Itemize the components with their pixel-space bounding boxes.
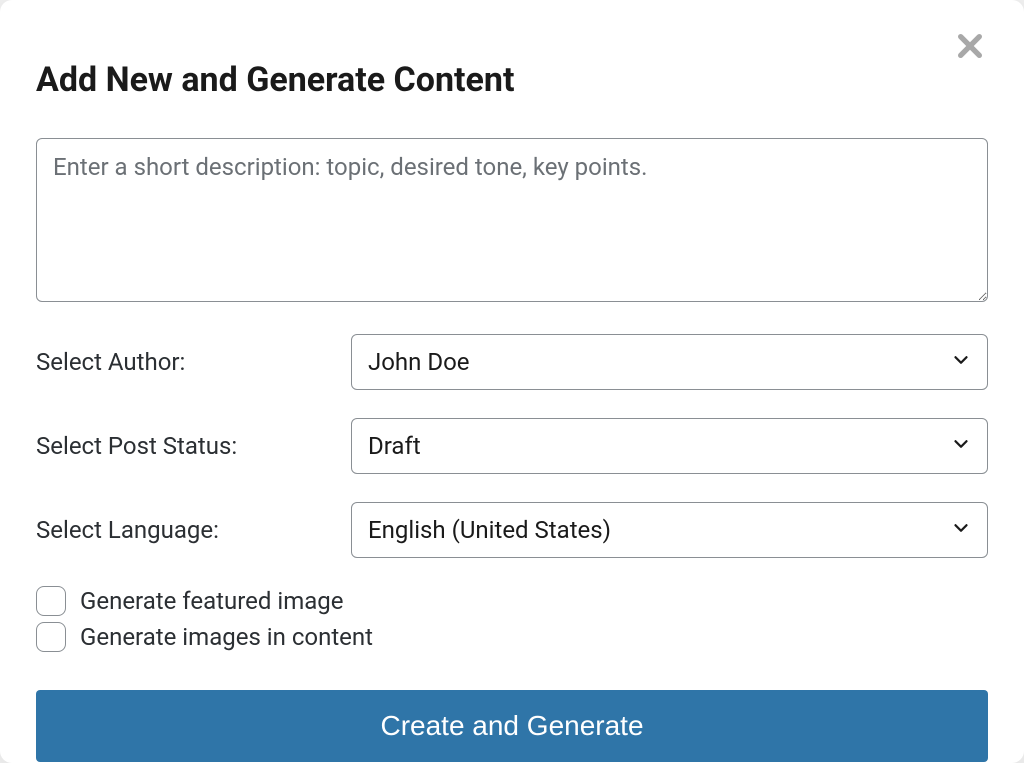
create-and-generate-button[interactable]: Create and Generate [36, 690, 988, 762]
images-in-content-checkbox-row[interactable]: Generate images in content [36, 622, 988, 652]
author-select[interactable]: John Doe [351, 334, 988, 390]
author-select-value: John Doe [368, 348, 470, 376]
checkbox-group: Generate featured image Generate images … [36, 586, 988, 652]
images-in-content-checkbox[interactable] [36, 622, 66, 652]
featured-image-label: Generate featured image [80, 587, 344, 615]
modal-title: Add New and Generate Content [36, 60, 988, 100]
status-select-wrap: Draft [351, 418, 988, 474]
status-select-value: Draft [368, 432, 421, 460]
featured-image-checkbox-row[interactable]: Generate featured image [36, 586, 988, 616]
language-select-value: English (United States) [368, 516, 611, 544]
form-rows: Select Author: John Doe Select Post Stat… [36, 334, 988, 558]
close-button[interactable] [950, 28, 990, 68]
description-textarea[interactable] [36, 138, 988, 302]
author-select-wrap: John Doe [351, 334, 988, 390]
featured-image-checkbox[interactable] [36, 586, 66, 616]
status-label: Select Post Status: [36, 432, 351, 460]
author-label: Select Author: [36, 348, 351, 376]
status-row: Select Post Status: Draft [36, 418, 988, 474]
images-in-content-label: Generate images in content [80, 623, 373, 651]
language-label: Select Language: [36, 516, 351, 544]
add-content-modal: Add New and Generate Content Select Auth… [0, 0, 1024, 763]
language-select[interactable]: English (United States) [351, 502, 988, 558]
close-icon [954, 30, 986, 66]
author-row: Select Author: John Doe [36, 334, 988, 390]
language-select-wrap: English (United States) [351, 502, 988, 558]
language-row: Select Language: English (United States) [36, 502, 988, 558]
status-select[interactable]: Draft [351, 418, 988, 474]
submit-button-label: Create and Generate [380, 710, 643, 742]
